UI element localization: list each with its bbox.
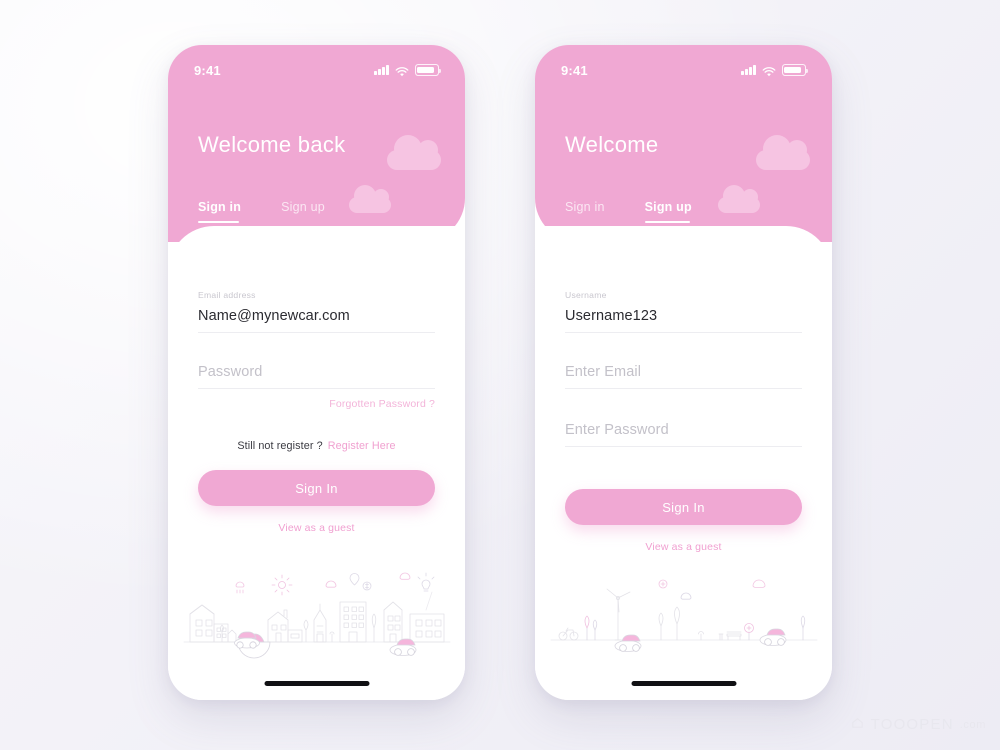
tab-sign-up[interactable]: Sign up xyxy=(281,200,325,223)
status-icons xyxy=(374,64,442,76)
register-prompt-row: Still not register ? Register Here xyxy=(198,440,435,452)
battery-icon xyxy=(782,64,809,76)
register-here-link[interactable]: Register Here xyxy=(328,440,396,452)
cloud-icon xyxy=(718,185,760,213)
tab-sign-in[interactable]: Sign in xyxy=(198,200,241,223)
password-input[interactable] xyxy=(198,364,435,380)
email-field-line xyxy=(198,307,435,333)
wifi-icon xyxy=(395,65,409,76)
battery-icon xyxy=(415,64,442,76)
home-indicator[interactable] xyxy=(264,681,369,686)
status-bar: 9:41 xyxy=(168,61,465,79)
status-icons xyxy=(741,64,809,76)
username-field-line xyxy=(565,307,802,333)
sign-in-button[interactable]: Sign In xyxy=(565,489,802,525)
password-field-group xyxy=(565,419,802,447)
email-field-line xyxy=(565,361,802,389)
status-time: 9:41 xyxy=(561,62,588,78)
tab-sign-up[interactable]: Sign up xyxy=(644,200,692,223)
wifi-icon xyxy=(762,65,776,76)
home-indicator[interactable] xyxy=(631,681,736,686)
email-input[interactable] xyxy=(198,308,435,324)
register-prompt-text: Still not register ? xyxy=(237,440,323,452)
status-bar: 9:41 xyxy=(535,61,832,79)
watermark: TOOOPEN .com xyxy=(850,715,986,734)
password-field-line xyxy=(565,419,802,447)
signal-bars-icon xyxy=(741,65,756,75)
password-field-group: Forgotten Password ? xyxy=(198,361,435,410)
cloud-icon xyxy=(387,135,441,170)
tab-sign-in[interactable]: Sign in xyxy=(565,200,605,223)
auth-tabs: Sign in Sign up xyxy=(198,200,325,223)
status-time: 9:41 xyxy=(194,62,221,78)
password-input[interactable] xyxy=(565,422,802,438)
username-field-label: Username xyxy=(565,290,607,300)
view-as-guest-link[interactable]: View as a guest xyxy=(198,522,435,534)
sign-in-button[interactable]: Sign In xyxy=(198,470,435,506)
cloud-icon xyxy=(756,135,810,170)
screenshot-stage: 9:41 Welcome back Sign in Sign up Email … xyxy=(0,0,1000,750)
auth-tabs: Sign in Sign up xyxy=(565,200,692,223)
watermark-suffix: .com xyxy=(959,718,986,731)
email-input[interactable] xyxy=(565,364,802,380)
watermark-text: TOOOPEN xyxy=(870,716,954,733)
phone-mockup-sign-up: 9:41 Welcome Sign in Sign up Username Us… xyxy=(535,45,832,700)
watermark-logo-icon xyxy=(850,715,865,734)
signal-bars-icon xyxy=(374,65,389,75)
sign-in-form: Email address Forgotten Password ? Still… xyxy=(198,290,435,534)
sign-up-form: Username Sign In View as a guest xyxy=(565,290,802,553)
view-as-guest-link[interactable]: View as a guest xyxy=(565,541,802,553)
page-title: Welcome xyxy=(565,132,659,157)
email-field-group: Email address xyxy=(198,290,435,333)
page-title: Welcome back xyxy=(198,132,346,157)
username-input[interactable] xyxy=(565,308,802,324)
email-field-group xyxy=(565,361,802,389)
username-field-group: Username xyxy=(565,290,802,333)
forgotten-password-link[interactable]: Forgotten Password ? xyxy=(198,398,435,410)
email-field-label: Email address xyxy=(198,290,256,300)
phone-mockup-sign-in: 9:41 Welcome back Sign in Sign up Email … xyxy=(168,45,465,700)
password-field-line xyxy=(198,361,435,389)
cloud-icon xyxy=(349,185,391,213)
